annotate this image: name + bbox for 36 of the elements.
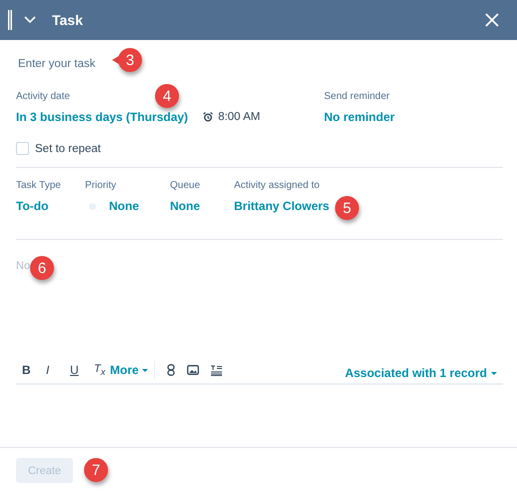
field-value-link[interactable]: Brittany Clowers — [234, 199, 330, 213]
callout-marker: 4 — [155, 84, 179, 108]
field-label: Task Type — [16, 180, 61, 191]
field-value-link[interactable]: To-do — [16, 199, 48, 213]
bold-button[interactable]: B — [22, 363, 46, 377]
reminder-link[interactable]: No reminder — [324, 110, 395, 124]
repeat-checkbox[interactable] — [16, 142, 29, 155]
more-dropdown[interactable]: More — [110, 363, 148, 377]
chevron-down-icon[interactable] — [24, 16, 36, 24]
field-label: Queue — [170, 180, 200, 191]
caret-icon — [142, 368, 148, 372]
associations-dropdown[interactable]: Associated with 1 record — [344, 366, 497, 380]
date-link[interactable]: In 3 business days (Thursday) — [16, 110, 188, 124]
underline-button[interactable]: U — [70, 363, 94, 377]
field-label: Priority — [85, 180, 116, 191]
callout-marker: 5 — [335, 196, 359, 220]
field-label: Activity assigned to — [234, 180, 320, 191]
field-value-link[interactable]: None — [109, 199, 139, 213]
clear-format-button[interactable]: T$_{x}$ — [94, 362, 110, 378]
field-value-link[interactable]: None — [170, 199, 200, 213]
time-link[interactable]: 8:00 AM — [218, 111, 260, 123]
field-label: Activity date — [16, 91, 70, 102]
field-label: Send reminder — [324, 91, 390, 102]
callout-marker: 6 — [30, 256, 54, 280]
signature-icon[interactable] — [210, 364, 222, 376]
link-icon[interactable] — [166, 364, 175, 376]
repeat-label: Set to repeat — [35, 142, 101, 154]
drag-handle-icon[interactable] — [8, 10, 12, 30]
alarm-clock-icon — [203, 112, 214, 122]
callout-marker: 7 — [84, 458, 108, 482]
close-icon[interactable] — [485, 13, 499, 27]
caret-icon — [491, 372, 497, 374]
window-title: Task — [52, 12, 84, 28]
italic-button[interactable]: I — [46, 363, 70, 377]
image-icon[interactable] — [186, 365, 199, 375]
notes-placeholder[interactable]: No — [16, 260, 30, 272]
